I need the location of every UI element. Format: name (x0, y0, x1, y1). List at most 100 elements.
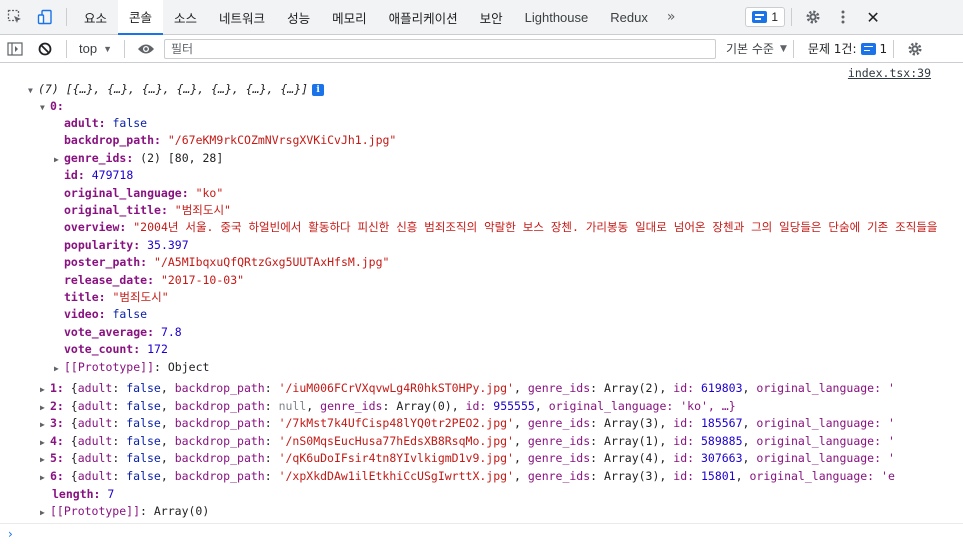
array-count: (7) (38, 82, 59, 96)
issues-count: 1 (879, 41, 888, 56)
issues-label: 문제 1건: (807, 42, 857, 56)
property-row[interactable]: ▶ [[Prototype]]: Object (54, 359, 209, 376)
tab-4[interactable]: 성능 (276, 0, 321, 35)
collapsed-item-row[interactable]: ▶ 5: {adult: false, backdrop_path: '/qK6u… (40, 450, 895, 467)
collapsed-item-row[interactable]: ▶ 2: {adult: false, backdrop_path: null, … (40, 398, 736, 415)
property-key: [[Prototype]] (64, 359, 155, 374)
array-length: length: 7 (52, 487, 115, 501)
tab-1[interactable]: 콘솔 (118, 0, 164, 35)
expand-arrow-icon[interactable]: ▶ (40, 434, 50, 451)
genre-value: Array(3) (604, 469, 660, 483)
collapsed-item-row[interactable]: ▶ 1: {adult: false, backdrop_path: '/iuM0… (40, 380, 895, 397)
panel-tabs: 요소 콘솔 소스 네트워크 성능 메모리 애플리케이션 보안 Lighthouse Redux (73, 0, 659, 35)
item-tail: original_language: ' (756, 381, 895, 395)
gear-icon[interactable] (798, 0, 828, 35)
context-selector[interactable]: top ▼ (73, 41, 118, 56)
property-key: genre_ids (64, 150, 127, 165)
property-row[interactable]: ▶ genre_ids: (2) [80, 28] (54, 150, 223, 167)
log-levels-dropdown[interactable]: 기본 수준 ▼ (726, 40, 787, 57)
issues-button[interactable]: 문제 1건: 1 (808, 40, 887, 57)
expand-arrow-icon[interactable]: ▶ (40, 451, 50, 468)
backdrop-value: '/xpXkdDAw1ilEtkhiCcUSgIwrttX.jpg' (278, 469, 514, 483)
id-key: id: (673, 416, 695, 431)
property-key: id (64, 168, 78, 183)
kebab-icon[interactable] (828, 0, 858, 35)
genre-value: Array(4) (604, 451, 660, 466)
array-prototype[interactable]: ▶ [[Prototype]]: Array(0) (40, 503, 209, 520)
device-toolbar-icon[interactable] (30, 0, 60, 35)
property-key: vote_average (64, 324, 148, 339)
expand-arrow-icon[interactable]: ▼ (40, 99, 50, 116)
tab-8[interactable]: Lighthouse (514, 0, 600, 35)
tab-7[interactable]: 보안 (469, 0, 514, 35)
issues-badge[interactable]: 1 (745, 7, 786, 27)
collapsed-item-row[interactable]: ▶ 4: {adult: false, backdrop_path: '/nS0M… (40, 433, 895, 450)
console-output: index.tsx:39 ▼ (7) [{…}, {…}, {…}, {…}, {… (0, 63, 963, 523)
prototype-key: [[Prototype]] (50, 504, 141, 518)
expand-arrow-icon[interactable]: ▼ (28, 82, 38, 99)
eye-icon[interactable] (131, 31, 161, 66)
genre-value: Array(1) (604, 433, 660, 448)
property-key: vote_count (64, 342, 134, 357)
sidebar-toggle-icon[interactable] (0, 31, 30, 66)
property-value: (2) [80, 28] (140, 150, 224, 165)
inspect-element-icon[interactable] (0, 0, 30, 35)
separator (124, 39, 125, 58)
item-index: 2: (50, 398, 64, 413)
item-index: 3: (50, 416, 64, 431)
more-tabs-icon[interactable]: » (659, 0, 684, 35)
property-value: 7.8 (160, 324, 182, 339)
property-row: original_title: "범죄도시" (64, 203, 231, 217)
backdrop-value: null (278, 398, 307, 413)
tab-2[interactable]: 소스 (163, 0, 208, 35)
genre-value: Array(3) (604, 416, 660, 431)
source-link[interactable]: index.tsx:39 (848, 66, 931, 80)
property-key: overview (64, 220, 120, 235)
expand-arrow-icon[interactable]: ▶ (40, 469, 50, 486)
length-value: 7 (107, 487, 115, 501)
expand-arrow-icon[interactable]: ▶ (40, 416, 50, 433)
property-row: title: "범죄도시" (64, 290, 169, 304)
expand-arrow-icon[interactable]: ▶ (54, 360, 64, 377)
property-key: release_date (64, 272, 148, 287)
tab-0[interactable]: 요소 (73, 0, 118, 35)
console-settings-gear-icon[interactable] (900, 31, 930, 66)
filter-input[interactable] (164, 38, 716, 59)
id-key: id: (465, 398, 487, 413)
console-prompt[interactable]: › (0, 523, 963, 544)
separator (893, 39, 895, 58)
clear-console-icon[interactable] (30, 31, 60, 66)
prototype-value: Array(0) (153, 504, 210, 518)
length-key: length (52, 487, 94, 501)
property-key: poster_path (64, 255, 141, 270)
property-row: release_date: "2017-10-03" (64, 272, 245, 287)
info-icon[interactable]: i (312, 83, 325, 96)
expand-arrow-icon[interactable]: ▶ (40, 399, 50, 416)
id-value: 589885 (700, 433, 743, 448)
issues-badge-count: 1 (771, 10, 779, 24)
collapsed-item-row[interactable]: ▶ 3: {adult: false, backdrop_path: '/7kMs… (40, 415, 895, 432)
property-key: video (64, 307, 99, 322)
item-tail: original_language: 'ko', …} (548, 398, 736, 413)
separator (66, 39, 67, 58)
id-key: id: (673, 433, 695, 448)
property-value: "/A5MIbqxuQfQRtzGxg5UUTAxHfsM.jpg" (154, 255, 390, 270)
item-0-header[interactable]: ▼ 0: (40, 98, 64, 115)
property-value: "범죄도시" (112, 290, 169, 304)
expand-arrow-icon[interactable]: ▶ (40, 381, 50, 398)
item-tail: original_language: ' (756, 433, 895, 448)
property-row: id: 479718 (64, 168, 134, 183)
id-key: id: (673, 381, 695, 395)
property-key: adult (64, 116, 99, 130)
tab-6[interactable]: 애플리케이션 (378, 0, 469, 35)
tab-5[interactable]: 메모리 (321, 0, 378, 35)
tab-9[interactable]: Redux (599, 0, 659, 35)
property-key: popularity (64, 237, 134, 252)
expand-arrow-icon[interactable]: ▶ (40, 504, 50, 521)
collapsed-item-row[interactable]: ▶ 6: {adult: false, backdrop_path: '/xpXk… (40, 468, 895, 485)
expand-arrow-icon[interactable]: ▶ (54, 151, 64, 168)
array-summary[interactable]: ▼ (7) [{…}, {…}, {…}, {…}, {…}, {…}, {…}]… (28, 81, 325, 99)
close-icon[interactable]: ✕ (858, 0, 888, 35)
id-value: 15801 (700, 469, 736, 483)
tab-3[interactable]: 네트워크 (208, 0, 276, 35)
